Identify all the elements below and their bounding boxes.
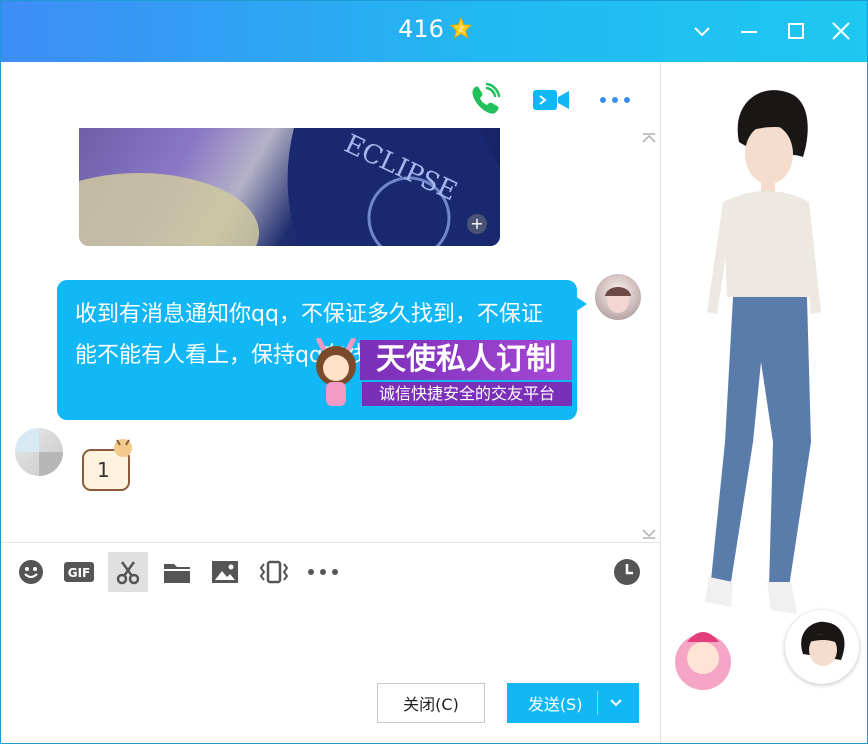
avatar-face-icon xyxy=(605,287,631,313)
ad-tagline: 诚信快捷安全的交友平台 xyxy=(362,382,572,406)
image-button[interactable] xyxy=(205,552,245,592)
close-icon[interactable] xyxy=(829,19,853,43)
message-list[interactable]: ECLIPSE + 收到有消息通知你qq，不保证多久找到，不保证能不能有人看上，… xyxy=(1,128,660,542)
close-button-label: 关闭(C) xyxy=(403,695,459,714)
history-button[interactable] xyxy=(607,552,647,592)
scissors-icon xyxy=(116,561,140,585)
gif-icon: GIF xyxy=(64,562,94,582)
contact-avatar[interactable] xyxy=(15,428,63,476)
gif-button[interactable]: GIF xyxy=(59,552,99,592)
title-bar[interactable]: 416 z xyxy=(1,1,867,62)
contact-avatar-image xyxy=(15,428,63,476)
small-avatar-face xyxy=(801,621,845,666)
ad-overlay[interactable]: 天使私人订制 诚信快捷安全的交友平台 xyxy=(306,338,574,412)
close-button[interactable]: 关闭(C) xyxy=(377,683,485,723)
minimize-icon[interactable] xyxy=(737,19,761,43)
more-options-icon[interactable] xyxy=(595,82,635,118)
contact-name: 416 xyxy=(398,15,444,43)
toolbar-divider xyxy=(1,542,660,543)
scroll-down-icon[interactable] xyxy=(641,528,657,540)
vip-star-icon: z xyxy=(449,17,472,39)
sticker-message[interactable]: 1 xyxy=(79,436,135,492)
chevron-down-icon xyxy=(609,699,622,707)
image-icon xyxy=(212,561,238,583)
svg-text:+: + xyxy=(470,214,483,233)
contact-sidebar xyxy=(660,62,867,743)
chat-window: 416 z ECLIPSE + 收到有消息通知你qq，不保证多久找到，不保证能不… xyxy=(0,0,868,744)
shake-window-icon xyxy=(259,560,289,584)
svg-text:z: z xyxy=(459,24,464,35)
emoji-icon xyxy=(19,560,43,584)
svg-text:GIF: GIF xyxy=(68,566,91,580)
my-avatar[interactable] xyxy=(595,274,641,320)
input-toolbar: GIF xyxy=(1,552,660,596)
photo-content: ECLIPSE + xyxy=(79,128,500,246)
send-options-dropdown[interactable] xyxy=(598,698,633,708)
shake-button[interactable] xyxy=(254,552,294,592)
sticker-number: 1 xyxy=(97,458,110,482)
ad-headline: 天使私人订制 xyxy=(360,340,572,380)
video-call-icon[interactable] xyxy=(531,82,571,118)
contact-show-small-avatar[interactable] xyxy=(785,610,859,684)
ad-girl-icon xyxy=(315,338,357,406)
emoji-button[interactable] xyxy=(11,552,51,592)
received-photo[interactable]: ECLIPSE + xyxy=(79,128,500,246)
more-icon xyxy=(308,569,338,575)
file-button[interactable] xyxy=(157,552,197,592)
folder-icon xyxy=(164,564,190,583)
send-button[interactable]: 发送(S) xyxy=(507,683,639,723)
chat-main-panel: ECLIPSE + 收到有消息通知你qq，不保证多久找到，不保证能不能有人看上，… xyxy=(1,62,660,743)
send-button-label: 发送(S) xyxy=(527,695,583,714)
message-input[interactable] xyxy=(1,602,660,677)
more-tools-button[interactable] xyxy=(303,552,343,592)
maximize-icon[interactable] xyxy=(784,19,808,43)
scroll-up-icon[interactable] xyxy=(641,132,657,144)
screenshot-button[interactable] xyxy=(108,552,148,592)
clock-icon xyxy=(614,559,640,585)
phone-call-icon[interactable] xyxy=(465,82,505,118)
chevron-down-icon[interactable] xyxy=(690,19,714,43)
